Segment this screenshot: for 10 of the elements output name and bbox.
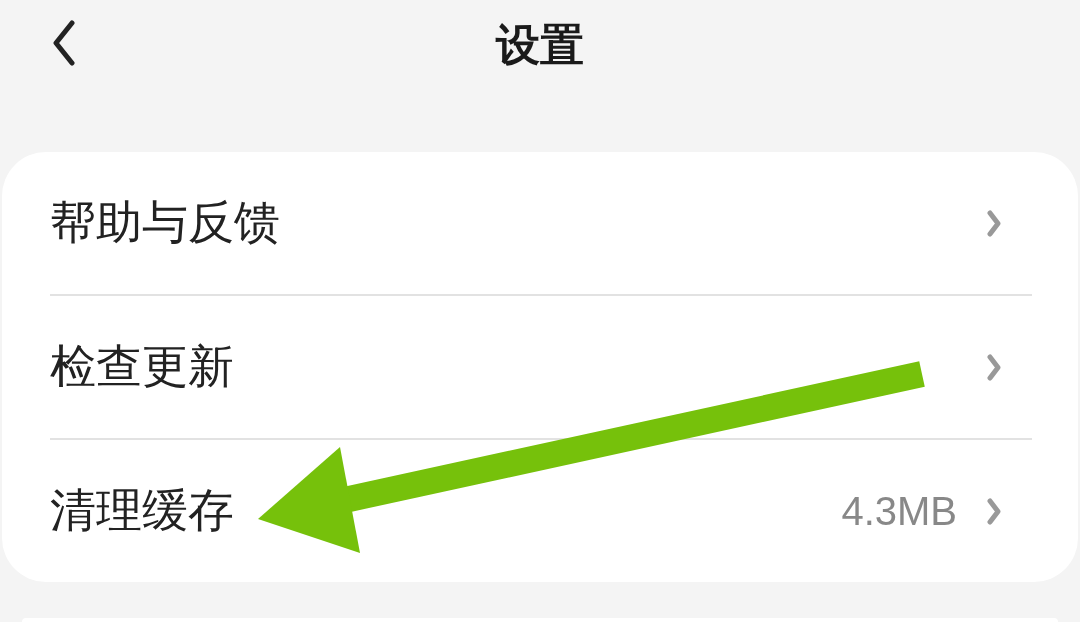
settings-item[interactable]: 帮助与反馈 <box>50 192 280 254</box>
chevron-left-icon <box>53 20 75 66</box>
chevron-right-icon <box>987 209 1001 237</box>
value-text: 4.3MB <box>841 488 957 534</box>
chevron-right-icon <box>987 497 1001 525</box>
page-title: 设置 <box>496 18 584 72</box>
chevron-right-icon <box>987 353 1001 381</box>
settings-item[interactable]: 检查更新 <box>50 336 234 398</box>
back-button[interactable] <box>53 20 75 66</box>
settings-item[interactable]: 清理缓存 <box>50 480 234 542</box>
